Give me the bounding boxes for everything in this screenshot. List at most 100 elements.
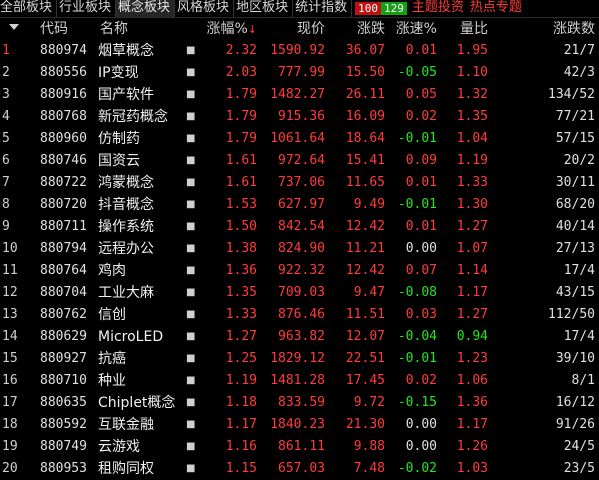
row-index: 7 [2, 175, 10, 190]
table-row[interactable]: 7 880722 鸿蒙概念 ■ 1.61 737.06 11.65 0.01 1.33 30/11 [0, 172, 599, 194]
speed-value: -0.01 [397, 131, 437, 146]
square-marker-icon: ■ [186, 441, 196, 452]
change-value: 12.42 [345, 219, 385, 234]
table-row[interactable]: 10 880794 远程办公 ■ 1.38 824.90 11.21 0.00 1.07 27/1… [0, 238, 599, 260]
column-header-price[interactable]: 现价 [297, 20, 325, 38]
row-index: 18 [2, 417, 18, 432]
row-index: 2 [2, 65, 10, 80]
table-row[interactable]: 14 880629 MicroLED ■ 1.27 963.82 12.07 -0.04 0.9… [0, 326, 599, 348]
row-index: 6 [2, 153, 10, 168]
tab-style-boards[interactable]: 风格板块 [175, 0, 235, 17]
up-down-count-value: 134/52 [548, 87, 595, 102]
change-pct-value: 1.25 [225, 351, 257, 366]
change-pct-value: 1.36 [225, 263, 257, 278]
board-code: 880974 [40, 43, 87, 58]
change-value: 9.49 [353, 197, 385, 212]
row-index: 12 [2, 285, 18, 300]
column-header-name[interactable]: 名称 [100, 20, 128, 38]
speed-value: 0.00 [405, 439, 437, 454]
tab-theme-investing[interactable]: 主题投资 [410, 0, 468, 17]
table-row[interactable]: 18 880592 互联金融 ■ 1.17 1840.23 21.30 0.00 1.17 91/… [0, 414, 599, 436]
square-marker-icon: ■ [186, 463, 196, 474]
square-marker-icon: ■ [186, 89, 196, 100]
speed-value: 0.03 [405, 307, 437, 322]
board-code: 880794 [40, 241, 87, 256]
tab-region-boards[interactable]: 地区板块 [234, 0, 294, 17]
table-row[interactable]: 17 880635 Chiplet概念 ■ 1.18 833.59 9.72 -0.15 1.3… [0, 392, 599, 414]
table-row[interactable]: 20 880953 租购同权 ■ 1.15 657.03 7.48 -0.02 1.03 23/5 [0, 458, 599, 480]
change-pct-value: 1.79 [225, 109, 257, 124]
column-header-speed[interactable]: 涨速% [396, 20, 437, 38]
board-code: 880953 [40, 461, 87, 476]
sort-arrow-icon[interactable] [8, 20, 20, 38]
price-value: 1482.27 [270, 87, 325, 102]
vol-ratio-value: 1.35 [456, 109, 488, 124]
board-name: 云游戏 [98, 439, 140, 455]
column-header-up-down-count[interactable]: 涨跌数 [553, 20, 595, 38]
row-index: 19 [2, 439, 18, 454]
table-row[interactable]: 9 880711 操作系统 ■ 1.50 842.54 12.42 0.01 1.27 40/14 [0, 216, 599, 238]
table-row[interactable]: 2 880556 IP变现 ■ 2.03 777.99 15.50 -0.05 1.10 42/3 [0, 62, 599, 84]
price-value: 972.64 [278, 153, 325, 168]
table-row[interactable]: 5 880960 仿制药 ■ 1.79 1061.64 18.64 -0.01 1.04 57/1… [0, 128, 599, 150]
vol-ratio-value: 1.30 [456, 197, 488, 212]
column-header-change-pct[interactable]: 涨幅%↓ [206, 20, 257, 39]
up-down-count-value: 27/13 [555, 241, 595, 256]
price-value: 709.03 [278, 285, 325, 300]
speed-value: 0.09 [405, 153, 437, 168]
change-value: 21.30 [345, 417, 385, 432]
table-row[interactable]: 1 880974 烟草概念 ■ 2.32 1590.92 36.07 0.01 1.95 21/7 [0, 40, 599, 62]
table-row[interactable]: 15 880927 抗癌 ■ 1.25 1829.12 22.51 -0.01 1.23 39/1… [0, 348, 599, 370]
board-code: 880556 [40, 65, 87, 80]
speed-value: -0.01 [397, 197, 437, 212]
vol-ratio-value: 1.27 [456, 219, 488, 234]
change-value: 17.45 [345, 373, 385, 388]
row-index: 11 [2, 263, 18, 278]
table-row[interactable]: 8 880720 抖音概念 ■ 1.53 627.97 9.49 -0.01 1.30 68/20 [0, 194, 599, 216]
tab-hot-topics[interactable]: 热点专题 [468, 0, 526, 17]
speed-value: -0.01 [397, 351, 437, 366]
row-index: 1 [2, 43, 10, 58]
tab-stat-index[interactable]: 统计指数 [293, 0, 353, 17]
board-code: 880592 [40, 417, 87, 432]
vol-ratio-value: 1.26 [456, 439, 488, 454]
change-pct-value: 1.61 [225, 153, 257, 168]
table-row[interactable]: 4 880768 新冠药概念 ■ 1.79 915.36 16.09 0.02 1.35 77/2… [0, 106, 599, 128]
price-value: 1481.28 [270, 373, 325, 388]
board-name: 仿制药 [98, 131, 140, 147]
tab-all-boards[interactable]: 全部板块 [0, 0, 58, 17]
row-index: 14 [2, 329, 18, 344]
square-marker-icon: ■ [186, 67, 196, 78]
board-code: 880629 [40, 329, 87, 344]
table-header: 代码 名称 涨幅%↓ 现价 涨跌 涨速% 量比 涨跌数 [0, 18, 599, 40]
column-header-vol-ratio[interactable]: 量比 [460, 20, 488, 38]
change-value: 36.07 [345, 43, 385, 58]
board-name: Chiplet概念 [98, 395, 176, 411]
up-down-count-value: 43/15 [555, 285, 595, 300]
vol-ratio-value: 1.19 [456, 153, 488, 168]
tab-concept-boards[interactable]: 概念板块 [116, 0, 176, 17]
speed-value: -0.05 [397, 65, 437, 80]
change-value: 16.09 [345, 109, 385, 124]
speed-value: -0.08 [397, 285, 437, 300]
table-row[interactable]: 3 880916 国产软件 ■ 1.79 1482.27 26.11 0.05 1.32 134/… [0, 84, 599, 106]
board-code: 880768 [40, 109, 87, 124]
table-row[interactable]: 12 880704 工业大麻 ■ 1.35 709.03 9.47 -0.08 1.17 43/1… [0, 282, 599, 304]
table-row[interactable]: 13 880762 信创 ■ 1.33 876.46 11.51 0.03 1.27 112/50 [0, 304, 599, 326]
speed-value: -0.02 [397, 461, 437, 476]
price-value: 861.11 [278, 439, 325, 454]
up-down-count-value: 20/2 [563, 153, 595, 168]
table-row[interactable]: 6 880746 国资云 ■ 1.61 972.64 15.41 0.09 1.19 20/2 [0, 150, 599, 172]
price-value: 915.36 [278, 109, 325, 124]
speed-value: 0.01 [405, 43, 437, 58]
price-value: 922.32 [278, 263, 325, 278]
tab-industry-boards[interactable]: 行业板块 [57, 0, 117, 17]
row-index: 8 [2, 197, 10, 212]
column-header-change[interactable]: 涨跌 [357, 20, 385, 38]
column-header-code[interactable]: 代码 [40, 20, 68, 38]
table-row[interactable]: 19 880749 云游戏 ■ 1.16 861.11 9.88 0.00 1.26 24/5 [0, 436, 599, 458]
table-row[interactable]: 16 880710 种业 ■ 1.19 1481.28 17.45 0.02 1.06 8/1 [0, 370, 599, 392]
change-pct-value: 1.79 [225, 87, 257, 102]
table-row[interactable]: 11 880764 鸡肉 ■ 1.36 922.32 12.42 0.07 1.14 17/4 [0, 260, 599, 282]
up-down-count-value: 40/14 [555, 219, 595, 234]
